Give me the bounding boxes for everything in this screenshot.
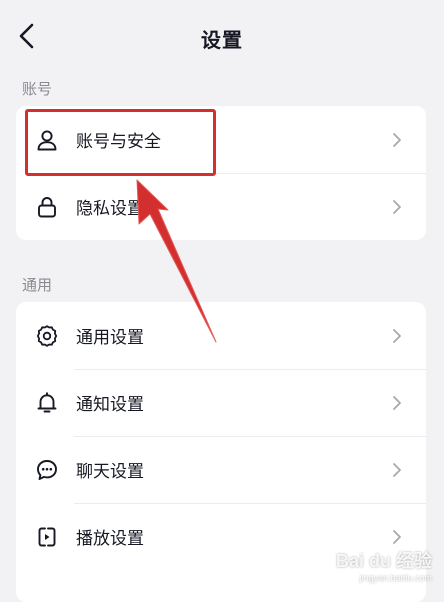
settings-item-playback[interactable]: 播放设置	[16, 503, 426, 570]
settings-item-chat[interactable]: 聊天设置	[16, 436, 426, 503]
chevron-right-icon	[390, 528, 404, 546]
settings-item-label: 聊天设置	[76, 462, 144, 482]
settings-item-label: 隐私设置	[76, 199, 144, 219]
settings-item-general[interactable]: 通用设置	[16, 302, 426, 369]
general-settings-card: 通用设置 通知设置 聊天设置 播放设置	[16, 302, 426, 602]
account-settings-card: 账号与安全 隐私设置	[16, 106, 426, 240]
section-label-general: 通用	[22, 276, 53, 294]
settings-item-label: 账号与安全	[76, 132, 161, 152]
settings-item-account-security[interactable]: 账号与安全	[16, 106, 426, 173]
settings-item-label: 通用设置	[76, 328, 144, 348]
bell-icon	[34, 390, 60, 416]
chat-icon	[34, 457, 60, 483]
chevron-right-icon	[390, 131, 404, 149]
chevron-right-icon	[390, 394, 404, 412]
user-icon	[34, 127, 60, 153]
play-icon	[34, 524, 60, 550]
chevron-right-icon	[390, 327, 404, 345]
page-title: 设置	[201, 28, 243, 52]
lock-icon	[34, 194, 60, 220]
section-label-account: 账号	[22, 80, 53, 98]
header-bar: 设置	[0, 0, 444, 76]
settings-item-privacy[interactable]: 隐私设置	[16, 173, 426, 240]
settings-item-notifications[interactable]: 通知设置	[16, 369, 426, 436]
settings-item-label: 播放设置	[76, 529, 144, 549]
chevron-right-icon	[390, 198, 404, 216]
gear-icon	[34, 323, 60, 349]
settings-item-label: 通知设置	[76, 395, 144, 415]
chevron-right-icon	[390, 461, 404, 479]
